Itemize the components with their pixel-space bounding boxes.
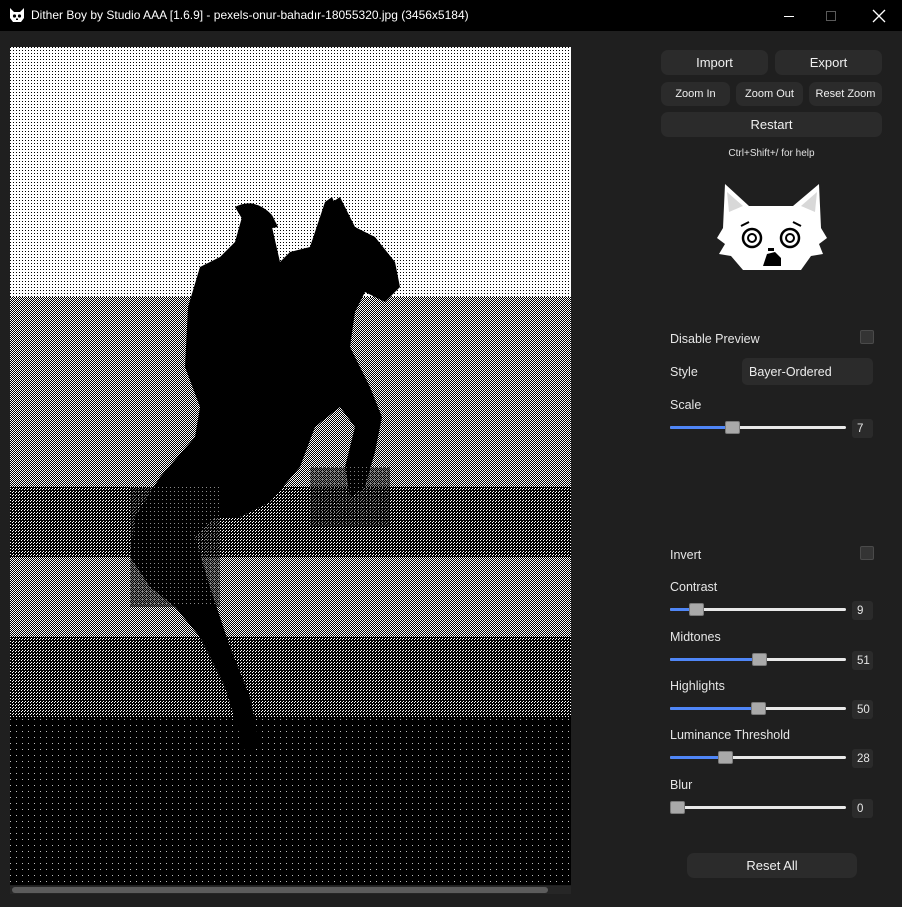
- close-button[interactable]: [856, 0, 902, 31]
- midtones-label: Midtones: [670, 630, 721, 644]
- horizontal-scrollbar-thumb[interactable]: [12, 887, 548, 893]
- slider-thumb[interactable]: [751, 702, 766, 715]
- style-label: Style: [670, 365, 698, 379]
- highlights-label: Highlights: [670, 679, 725, 693]
- blur-value[interactable]: 0: [852, 799, 873, 818]
- midtones-value[interactable]: 51: [852, 651, 873, 670]
- luminance-threshold-value[interactable]: 28: [852, 749, 873, 768]
- cat-mascot-icon: [717, 184, 827, 270]
- window-title: Dither Boy by Studio AAA [1.6.9] - pexel…: [31, 8, 469, 22]
- help-hint: Ctrl+Shift+/ for help: [728, 148, 815, 159]
- reset-zoom-button[interactable]: Reset Zoom: [809, 82, 882, 106]
- contrast-value[interactable]: 9: [852, 601, 873, 620]
- maximize-icon: [826, 10, 836, 21]
- contrast-slider[interactable]: [670, 603, 846, 617]
- slider-fill: [670, 426, 733, 429]
- luminance-threshold-label: Luminance Threshold: [670, 728, 790, 742]
- slider-fill: [670, 658, 760, 661]
- slider-track: [670, 806, 846, 809]
- restart-button[interactable]: Restart: [661, 112, 882, 137]
- scale-value[interactable]: 7: [852, 419, 873, 438]
- minimize-button[interactable]: [766, 0, 812, 31]
- slider-fill: [670, 707, 759, 710]
- slider-thumb[interactable]: [725, 421, 740, 434]
- disable-preview-checkbox[interactable]: [860, 330, 874, 344]
- invert-label: Invert: [670, 548, 702, 562]
- image-preview[interactable]: [10, 47, 571, 885]
- invert-checkbox[interactable]: [860, 546, 874, 560]
- export-button[interactable]: Export: [775, 50, 882, 75]
- scale-slider[interactable]: [670, 421, 846, 435]
- dithered-image: [10, 47, 571, 885]
- style-select-value: Bayer-Ordered: [749, 364, 832, 379]
- slider-thumb[interactable]: [670, 801, 685, 814]
- close-icon: [872, 9, 886, 22]
- disable-preview-label: Disable Preview: [670, 332, 760, 346]
- slider-thumb[interactable]: [718, 751, 733, 764]
- blur-slider[interactable]: [670, 801, 846, 815]
- midtones-slider[interactable]: [670, 653, 846, 667]
- luminance-threshold-slider[interactable]: [670, 751, 846, 765]
- zoom-in-button[interactable]: Zoom In: [661, 82, 730, 106]
- zoom-out-button[interactable]: Zoom Out: [736, 82, 803, 106]
- slider-thumb[interactable]: [752, 653, 767, 666]
- scale-label: Scale: [670, 398, 702, 412]
- import-button[interactable]: Import: [661, 50, 768, 75]
- highlights-value[interactable]: 50: [852, 700, 873, 719]
- slider-thumb[interactable]: [689, 603, 704, 616]
- title-bar[interactable]: Dither Boy by Studio AAA [1.6.9] - pexel…: [0, 0, 902, 31]
- highlights-slider[interactable]: [670, 702, 846, 716]
- blur-label: Blur: [670, 778, 693, 792]
- contrast-label: Contrast: [670, 580, 718, 594]
- style-select[interactable]: Bayer-Ordered: [742, 358, 873, 385]
- cat-app-icon: [10, 8, 24, 22]
- maximize-button[interactable]: [808, 0, 854, 31]
- reset-all-button[interactable]: Reset All: [687, 853, 857, 878]
- minimize-icon: [784, 15, 794, 17]
